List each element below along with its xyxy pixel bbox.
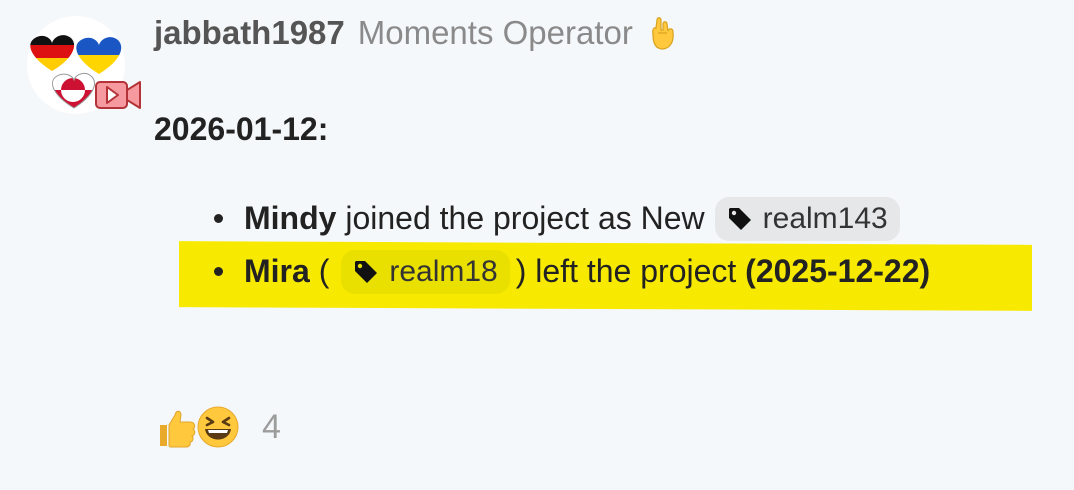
sign-of-the-horns-icon: [652, 17, 674, 50]
project-changes-list: Mindy joined the project as New realm143…: [214, 192, 930, 298]
avatar-flags-icon: [30, 35, 141, 109]
tag-label: realm18: [389, 254, 498, 288]
post-date-heading: 2026-01-12:: [154, 111, 329, 147]
member-name: Mindy: [244, 200, 337, 236]
bullet-icon: [214, 267, 223, 276]
list-item: Mindy joined the project as New realm143: [214, 192, 930, 245]
realm-tag[interactable]: realm143: [714, 196, 900, 241]
tag-icon: [355, 260, 378, 283]
ukrainian-flag-heart-icon: [76, 37, 122, 74]
left-date: (2025-12-22): [745, 253, 931, 289]
bullet-icon: [214, 214, 223, 223]
username-link[interactable]: jabbath1987: [154, 14, 345, 52]
post-header: jabbath1987 Moments Operator: [154, 13, 677, 53]
grinning-squinting-face-icon: [197, 406, 239, 448]
user-title: Moments Operator: [357, 14, 633, 51]
realm-tag[interactable]: realm18: [341, 249, 510, 294]
tag-label: realm143: [762, 201, 888, 235]
list-item: Mira ( realm18 ) left the project (2025-…: [214, 245, 930, 298]
reactions-bar[interactable]: 4: [156, 404, 281, 450]
change-text: ) left the project: [515, 253, 746, 289]
user-avatar[interactable]: [27, 16, 141, 114]
change-text: (: [309, 253, 330, 289]
change-text: joined the project as New: [336, 200, 705, 236]
reaction-count: 4: [262, 407, 281, 446]
german-flag-heart-icon: [30, 35, 75, 71]
tag-icon: [728, 207, 751, 230]
greenland-flag-heart-icon: [52, 72, 95, 109]
thumbs-up-icon: [160, 410, 196, 448]
member-name: Mira: [244, 253, 310, 289]
chat-post: jabbath1987 Moments Operator 2026-01-12:…: [0, 0, 1074, 490]
video-camera-icon: [95, 81, 141, 109]
